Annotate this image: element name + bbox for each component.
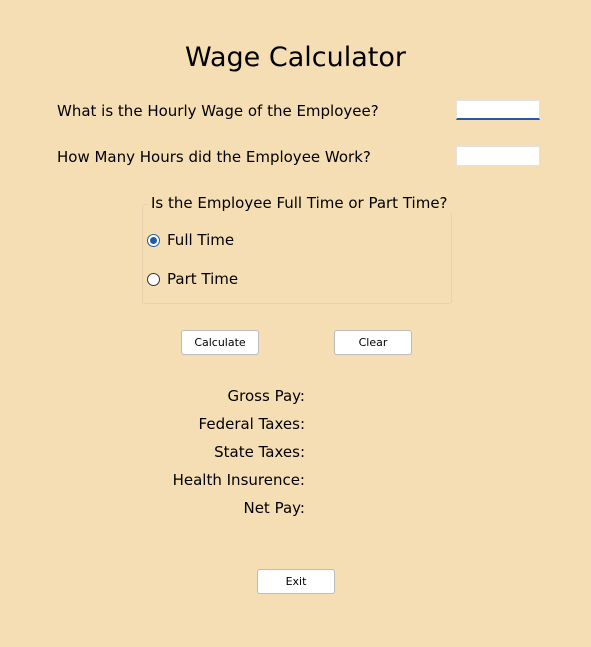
- net-pay-label: Net Pay:: [243, 499, 305, 517]
- gross-pay-label: Gross Pay:: [227, 387, 305, 405]
- health-insurance-label: Health Insurence:: [172, 471, 305, 489]
- page-title: Wage Calculator: [185, 42, 406, 73]
- employment-type-group: [142, 204, 452, 304]
- hourly-wage-label: What is the Hourly Wage of the Employee?: [57, 102, 379, 120]
- hours-worked-label: How Many Hours did the Employee Work?: [57, 148, 371, 166]
- radio-unchecked-icon[interactable]: [147, 272, 160, 286]
- hours-worked-input[interactable]: [456, 146, 540, 166]
- part-time-label: Part Time: [167, 270, 239, 288]
- radio-checked-icon[interactable]: [147, 233, 160, 247]
- full-time-label: Full Time: [167, 231, 235, 249]
- clear-button[interactable]: Clear: [334, 330, 412, 355]
- full-time-radio[interactable]: Full Time: [147, 230, 234, 250]
- federal-taxes-label: Federal Taxes:: [198, 415, 305, 433]
- exit-button[interactable]: Exit: [257, 569, 335, 594]
- employment-type-question: Is the Employee Full Time or Part Time?: [147, 193, 452, 213]
- part-time-radio[interactable]: Part Time: [147, 269, 238, 289]
- calculate-button[interactable]: Calculate: [181, 330, 259, 355]
- state-taxes-label: State Taxes:: [214, 443, 305, 461]
- hourly-wage-input[interactable]: [456, 100, 540, 120]
